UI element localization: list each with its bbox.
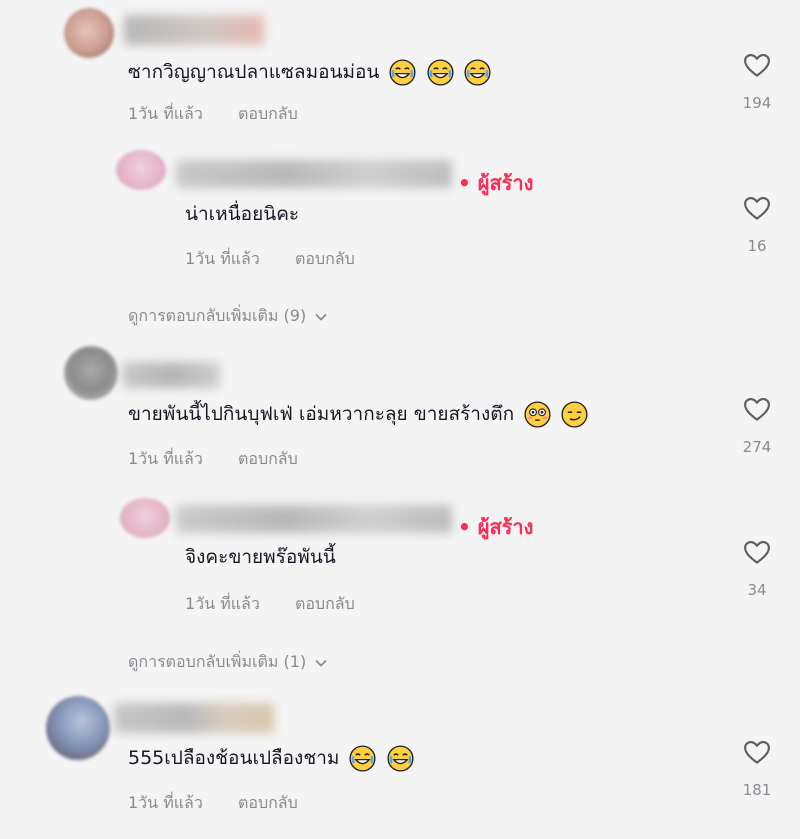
creator-badge: • ผู้สร้าง [458, 515, 534, 539]
comment-meta: 1วัน ที่แล้ว ตอบกลับ [128, 447, 298, 472]
like-group: 34 [727, 537, 787, 599]
like-count: 16 [747, 237, 767, 255]
username-blurred[interactable] [114, 703, 274, 733]
comment-meta: 1วัน ที่แล้ว ตอบกลับ [185, 247, 355, 272]
flushed-emoji-icon [524, 401, 551, 428]
view-more-replies-button[interactable]: ดูการตอบกลับเพิ่มเติม (1) [128, 650, 328, 675]
chevron-down-icon [315, 659, 327, 667]
comment-meta: 1วัน ที่แล้ว ตอบกลับ [128, 102, 298, 127]
like-count: 194 [742, 94, 772, 112]
avatar[interactable] [46, 696, 110, 760]
laugh-cry-emoji-icon [427, 59, 454, 86]
username-blurred[interactable] [176, 505, 452, 533]
like-group: 181 [727, 737, 787, 799]
comment-text: ซากวิญญาณปลาแซลมอนม่อน [128, 59, 491, 86]
view-more-replies-button[interactable]: ดูการตอบกลับเพิ่มเติม (9) [128, 304, 328, 329]
username-blurred[interactable] [176, 160, 452, 188]
comment-time: 1วัน ที่แล้ว [185, 249, 260, 268]
laugh-cry-emoji-icon [349, 745, 376, 772]
reply-text: จิงคะขายพร๊อพันนี้ [185, 546, 336, 568]
like-group: 274 [727, 394, 787, 456]
comment-text: ขายพันนี้ไปกินบุฟเฟ่ เอ่มหวากะลุย ขายสร้… [128, 401, 588, 428]
comment-time: 1วัน ที่แล้ว [128, 449, 203, 468]
avatar[interactable] [64, 8, 114, 58]
creator-avatar[interactable] [120, 498, 170, 538]
like-group: 16 [727, 193, 787, 255]
heart-outline-icon[interactable] [742, 737, 772, 767]
heart-outline-icon[interactable] [742, 394, 772, 424]
reply-button[interactable]: ตอบกลับ [295, 249, 355, 268]
comment-meta: 1วัน ที่แล้ว ตอบกลับ [185, 592, 355, 617]
laugh-cry-emoji-icon [387, 745, 414, 772]
comment-meta: 1วัน ที่แล้ว ตอบกลับ [128, 791, 298, 816]
heart-outline-icon[interactable] [742, 193, 772, 223]
reply-text: น่าเหนื่อยนิคะ [185, 203, 300, 225]
reply-button[interactable]: ตอบกลับ [238, 449, 298, 468]
comment-time: 1วัน ที่แล้ว [128, 104, 203, 123]
reply-button[interactable]: ตอบกลับ [238, 793, 298, 812]
like-count: 274 [742, 438, 772, 456]
chevron-down-icon [315, 313, 327, 321]
avatar[interactable] [64, 346, 118, 400]
creator-badge: • ผู้สร้าง [458, 171, 534, 195]
reply-button[interactable]: ตอบกลับ [295, 594, 355, 613]
heart-outline-icon[interactable] [742, 50, 772, 80]
like-count: 34 [747, 581, 767, 599]
laugh-cry-emoji-icon [389, 59, 416, 86]
heart-outline-icon[interactable] [742, 537, 772, 567]
like-group: 194 [727, 50, 787, 112]
creator-avatar[interactable] [116, 150, 166, 190]
username-blurred[interactable] [122, 362, 220, 388]
smirk-emoji-icon [561, 401, 588, 428]
comment-time: 1วัน ที่แล้ว [128, 793, 203, 812]
comment-text: 555เปลืองช้อนเปลืองชาม [128, 745, 414, 772]
laugh-cry-emoji-icon [464, 59, 491, 86]
reply-button[interactable]: ตอบกลับ [238, 104, 298, 123]
username-blurred[interactable] [124, 15, 264, 45]
comment-time: 1วัน ที่แล้ว [185, 594, 260, 613]
like-count: 181 [742, 781, 772, 799]
